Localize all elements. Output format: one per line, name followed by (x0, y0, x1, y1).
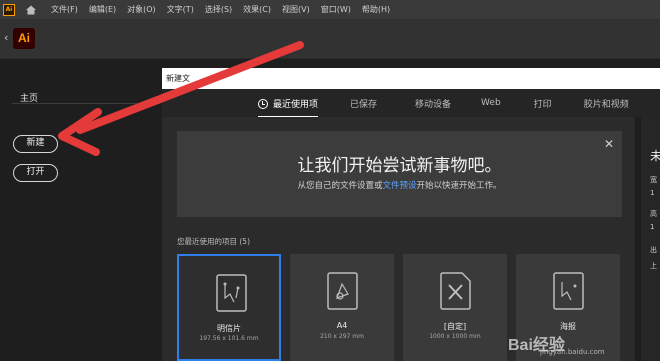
preset-card-custom[interactable]: [自定] 1000 x 1000 mm (403, 254, 507, 361)
new-button[interactable]: 新建 (13, 135, 58, 153)
menu-window[interactable]: 窗口(W) (321, 4, 351, 15)
banner-headline: 让我们开始尝试新事物吧。 (297, 156, 502, 176)
tab-print[interactable]: 打印 (534, 97, 552, 110)
sidebar: 主页 (0, 60, 162, 361)
recent-items-label: 您最近使用的项目 (5) (177, 237, 251, 246)
poster-icon (553, 272, 584, 310)
detail-height-label: 高 (650, 210, 657, 218)
card-name: [自定] (443, 322, 467, 331)
preset-card-a4[interactable]: A4 210 x 297 mm (290, 254, 394, 361)
banner-subtext: 从您自己的文件设置或文件预设开始以快速开始工作。 (177, 179, 622, 191)
back-arrow-icon[interactable]: ‹ (4, 31, 8, 44)
menu-view[interactable]: 视图(V) (282, 4, 310, 15)
custom-doc-icon (440, 272, 471, 310)
welcome-banner: ✕ 让我们开始尝试新事物吧。 从您自己的文件设置或文件预设开始以快速开始工作。 (177, 131, 622, 217)
detail-top-label: 上 (650, 262, 657, 270)
tab-mobile[interactable]: 移动设备 (415, 97, 451, 110)
illustrator-start-screen: Ai 文件(F) 编辑(E) 对象(O) 文字(T) 选择(S) 效果(C) 视… (0, 0, 660, 361)
preset-card-postcard[interactable]: 明信片 197.56 x 101.6 mm (177, 254, 281, 361)
tab-recent[interactable]: 最近使用项 (258, 97, 319, 118)
open-button[interactable]: 打开 (13, 164, 58, 182)
detail-bleed-label: 出 (650, 246, 657, 254)
menu-edit[interactable]: 编辑(E) (89, 4, 116, 15)
tab-web[interactable]: Web (481, 98, 501, 108)
tab-saved[interactable]: 已保存 (350, 97, 377, 110)
home-icon[interactable] (25, 4, 37, 16)
card-name: 明信片 (217, 324, 241, 333)
card-name: A4 (336, 321, 348, 330)
postcard-icon (216, 274, 247, 312)
detail-height-value[interactable]: 1 (650, 223, 654, 231)
app-logo: Ai (13, 28, 35, 49)
close-icon[interactable]: ✕ (604, 137, 614, 151)
tab-film-video[interactable]: 胶片和视频 (584, 97, 629, 110)
clock-icon (258, 98, 268, 109)
new-document-dialog: 新建文 最近使用项 已保存 移动设备 Web 打印 胶片和视频 ✕ 让我们开始尝… (162, 68, 660, 361)
app-header: ‹ Ai (0, 19, 660, 59)
banner-sub-after: 开始以快速开始工作。 (416, 181, 502, 191)
card-dims: 197.56 x 101.6 mm (199, 335, 259, 342)
watermark-url: jingyan.baidu.com (540, 348, 605, 356)
menu-type[interactable]: 文字(T) (167, 4, 194, 15)
scrollbar[interactable] (636, 117, 641, 361)
document-icon (327, 272, 358, 310)
banner-sub-before: 从您自己的文件设置或 (297, 181, 383, 191)
card-dims: 210 x 297 mm (320, 333, 364, 340)
dialog-title-field: 新建文 (162, 68, 660, 89)
sidebar-divider (12, 103, 160, 104)
preset-link[interactable]: 文件预设 (382, 181, 416, 191)
menu-effect[interactable]: 效果(C) (243, 4, 271, 15)
preset-tabs: 最近使用项 已保存 移动设备 Web 打印 胶片和视频 (162, 89, 660, 118)
detail-title: 未 (650, 147, 660, 164)
app-mini-logo: Ai (3, 3, 15, 16)
menu-select[interactable]: 选择(S) (205, 4, 232, 15)
tab-recent-label: 最近使用项 (273, 99, 319, 110)
card-dims: 1000 x 1000 mm (429, 333, 481, 340)
detail-width-value[interactable]: 1 (650, 189, 654, 197)
preset-details-panel: 未 宽 1 高 1 出 上 (635, 117, 660, 361)
menu-bar: Ai 文件(F) 编辑(E) 对象(O) 文字(T) 选择(S) 效果(C) 视… (0, 0, 660, 19)
menu-file[interactable]: 文件(F) (51, 4, 78, 15)
dialog-content: ✕ 让我们开始尝试新事物吧。 从您自己的文件设置或文件预设开始以快速开始工作。 … (162, 117, 635, 361)
menu-object[interactable]: 对象(O) (127, 4, 156, 15)
detail-width-label: 宽 (650, 176, 657, 184)
menu-help[interactable]: 帮助(H) (362, 4, 390, 15)
recent-cards: 明信片 197.56 x 101.6 mm A4 210 x 297 mm [自… (177, 254, 637, 361)
